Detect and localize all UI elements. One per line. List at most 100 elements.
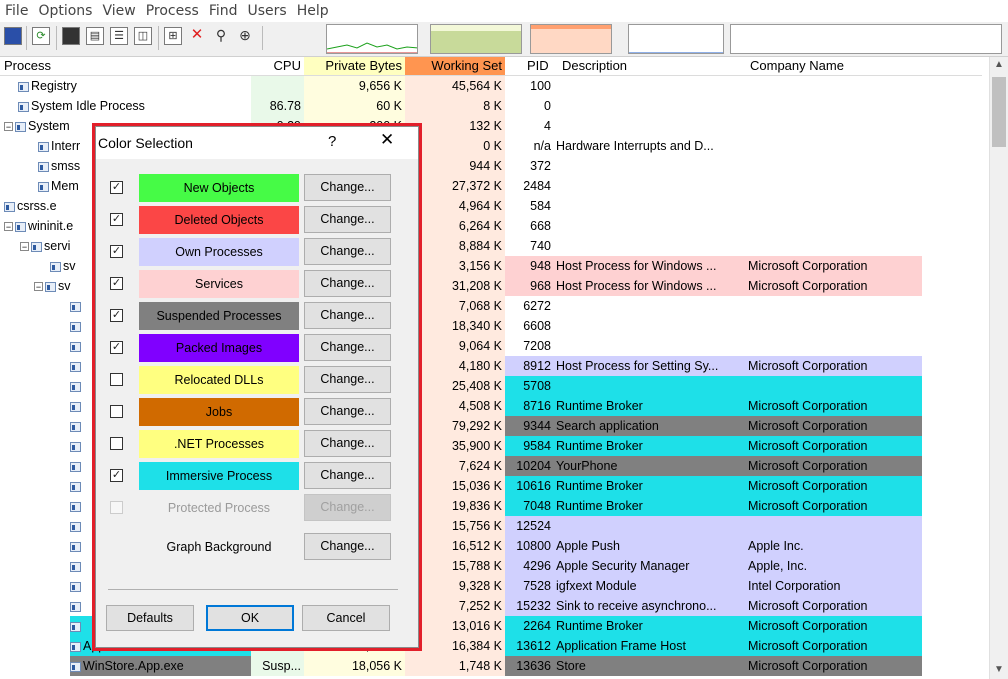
tree-collapse-icon[interactable]: − [20,242,29,252]
refresh-icon[interactable]: ⟳ [32,27,50,45]
col-private-bytes[interactable]: Private Bytes [304,57,405,75]
window-target-icon[interactable]: ⊞ [164,27,182,45]
close-icon[interactable]: ✕ [380,130,394,150]
change-color-button[interactable]: Change... [304,206,391,233]
color-swatch: New Objects [139,174,299,202]
cpu-value: Susp... [262,659,301,673]
col-process[interactable]: Process [4,57,51,75]
process-icon [70,361,81,372]
process-name[interactable]: System Idle Process [0,96,251,116]
menu-help[interactable]: Help [292,3,334,19]
dll-view-icon[interactable]: ◫ [134,27,152,45]
disk-graph[interactable] [730,24,1002,54]
process-name[interactable]: WinStore.App.exe [0,656,251,676]
color-option-row: Jobs Change... [96,397,418,429]
color-option-row: ✓ Suspended Processes Change... [96,301,418,333]
pid-value: 7208 [523,339,551,353]
process-name-text: servi [44,239,71,253]
change-color-button[interactable]: Change... [304,302,391,329]
pid-value: 6272 [523,299,551,313]
company-value: Microsoft Corporation [748,359,868,373]
defaults-button[interactable]: Defaults [106,605,194,631]
change-color-button[interactable]: Change... [304,334,391,361]
process-row[interactable]: Registry 9,656 K 45,564 K 100 [0,76,982,96]
color-option-checkbox[interactable]: ✓ [110,341,123,354]
process-name-text: sv [63,259,76,273]
cpu-graph[interactable] [326,24,418,54]
tree-collapse-icon[interactable]: − [4,122,13,132]
description-value: Store [556,659,586,673]
toolbar-separator [26,26,27,50]
company-value [748,116,922,136]
help-icon[interactable]: ? [328,133,336,150]
crosshair-icon[interactable]: ⊕ [236,27,254,45]
vertical-scrollbar[interactable]: ▲ ▼ [989,57,1008,679]
scroll-thumb[interactable] [992,77,1006,147]
system-info-icon[interactable] [62,27,80,45]
change-color-button[interactable]: Change... [304,430,391,457]
color-swatch: Own Processes [139,238,299,266]
menu-options[interactable]: Options [33,3,97,19]
change-color-button[interactable]: Change... [304,174,391,201]
company-value: Microsoft Corporation [748,639,868,653]
cancel-button[interactable]: Cancel [302,605,390,631]
change-color-button[interactable]: Change... [304,533,391,560]
col-cpu[interactable]: CPU [251,57,304,75]
process-name[interactable]: Registry [0,76,251,96]
process-icon [70,481,81,492]
change-color-button[interactable]: Change... [304,398,391,425]
color-option-checkbox[interactable]: ✓ [110,277,123,290]
properties-icon[interactable]: ▤ [86,27,104,45]
io-graph[interactable] [530,24,612,54]
color-option-checkbox[interactable]: ✓ [110,245,123,258]
tree-collapse-icon[interactable]: − [4,222,13,232]
col-description[interactable]: Description [562,57,627,75]
commit-graph[interactable] [430,24,522,54]
col-company[interactable]: Company Name [750,57,844,75]
color-option-checkbox[interactable]: ✓ [110,213,123,226]
color-option-row: Relocated DLLs Change... [96,365,418,397]
ok-button[interactable]: OK [206,605,294,631]
company-value: Apple Inc. [748,539,804,553]
color-option-checkbox[interactable]: ✓ [110,181,123,194]
menu-process[interactable]: Process [141,3,204,19]
process-icon [70,641,81,652]
process-icon [45,281,56,292]
change-color-button[interactable]: Change... [304,270,391,297]
working-set-value: 1,748 K [458,659,502,673]
find-binoculars-icon[interactable]: ⚲ [212,27,230,45]
description-value: Runtime Broker [556,399,643,413]
scroll-up-arrow-icon[interactable]: ▲ [994,59,1004,70]
process-icon [70,441,81,452]
process-row[interactable]: WinStore.App.exe Susp... 18,056 K 1,748 K 13… [0,656,982,676]
menu-users[interactable]: Users [243,3,292,19]
menu-file[interactable]: File [0,3,33,19]
scroll-down-arrow-icon[interactable]: ▼ [994,664,1004,675]
change-color-button[interactable]: Change... [304,238,391,265]
change-color-button[interactable]: Change... [304,462,391,489]
change-color-button[interactable]: Change... [304,366,391,393]
color-option-checkbox[interactable] [110,437,123,450]
color-option-checkbox[interactable]: ✓ [110,469,123,482]
company-value [748,316,922,336]
network-graph-line [629,52,723,53]
menu-view[interactable]: View [97,3,140,19]
color-option-checkbox[interactable] [110,405,123,418]
color-option-checkbox[interactable]: ✓ [110,309,123,322]
lower-pane-icon[interactable]: ☰ [110,27,128,45]
pid-value: 9584 [523,439,551,453]
tree-collapse-icon[interactable]: − [34,282,43,292]
description-value: Apple Security Manager [556,559,690,573]
kill-process-icon[interactable]: ✕ [188,27,206,45]
menu-find[interactable]: Find [204,3,243,19]
company-value: Microsoft Corporation [748,619,868,633]
color-option-checkbox[interactable] [110,373,123,386]
commit-graph-fill [431,31,521,53]
color-option-row: .NET Processes Change... [96,429,418,461]
col-working-set[interactable]: Working Set [405,57,505,75]
save-icon[interactable] [4,27,22,45]
col-pid[interactable]: PID [527,57,549,75]
process-row[interactable]: System Idle Process 86.78 60 K 8 K 0 [0,96,982,116]
dialog-separator [108,589,398,590]
network-graph[interactable] [628,24,724,54]
